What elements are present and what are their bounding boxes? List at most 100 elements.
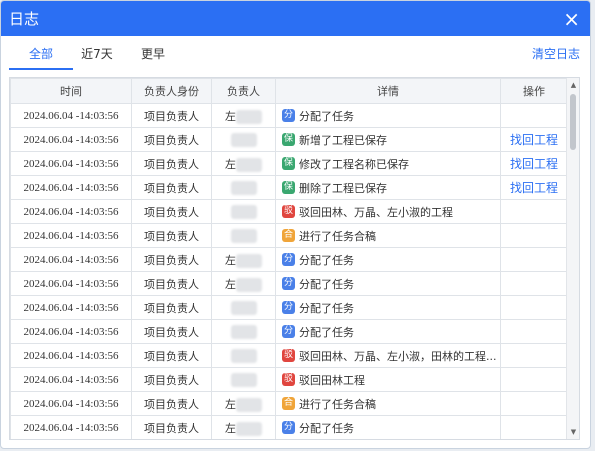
role-cell: 项目负责人	[131, 391, 212, 416]
role-cell: 项目负责人	[131, 343, 212, 368]
detail-text: 分配了任务	[299, 109, 354, 123]
action-cell[interactable]: 找回工程	[500, 151, 568, 176]
restore-project-link[interactable]: 找回工程	[510, 133, 558, 147]
close-icon[interactable]: ×	[563, 9, 580, 29]
time-cell: 2024.06.04 -14:03:56	[10, 151, 132, 176]
detail-text: 驳回田林、万晶、左小淑，田林的工程...	[299, 349, 497, 363]
column-header-person: 负责人	[211, 78, 276, 104]
time-cell: 2024.06.04 -14:03:56	[10, 103, 132, 128]
role-cell: 项目负责人	[131, 271, 212, 296]
redacted-name	[230, 204, 257, 219]
tab-last-7-days[interactable]: 近7天	[69, 36, 125, 72]
detail-cell: 分分配了任务	[275, 103, 501, 128]
scroll-up-icon[interactable]: ▲	[569, 80, 578, 90]
assign-badge-icon: 分	[282, 277, 295, 290]
redacted-name	[230, 372, 257, 387]
person-cell: 左	[211, 103, 276, 128]
role-cell: 项目负责人	[131, 367, 212, 392]
time-cell: 2024.06.04 -14:03:56	[10, 319, 132, 344]
redacted-name	[236, 157, 262, 172]
action-cell	[500, 391, 568, 416]
reject-badge-icon: 驳	[282, 349, 295, 362]
scrollbar-thumb[interactable]	[570, 94, 576, 150]
restore-project-link[interactable]: 找回工程	[510, 157, 558, 171]
time-cell: 2024.06.04 -14:03:56	[10, 295, 132, 320]
column-header-time: 时间	[10, 78, 132, 104]
table-row[interactable]: 2024.06.04 -14:03:56 项目负责人 驳驳回田林、万晶、左小淑的工程	[10, 199, 568, 224]
role-cell: 项目负责人	[131, 151, 212, 176]
detail-text: 分配了任务	[299, 421, 354, 435]
detail-text: 删除了工程已保存	[299, 181, 387, 195]
tab-all[interactable]: 全部	[9, 36, 73, 72]
role-cell: 项目负责人	[131, 295, 212, 320]
person-cell: 左	[211, 247, 276, 272]
detail-cell: 分分配了任务	[275, 295, 501, 320]
person-cell	[211, 175, 276, 200]
table-row[interactable]: 2024.06.04 -14:03:56 项目负责人 分分配了任务	[10, 319, 568, 344]
table-row[interactable]: 2024.06.04 -14:03:56 项目负责人左 合进行了任务合稿	[10, 391, 568, 416]
time-cell: 2024.06.04 -14:03:56	[10, 175, 132, 200]
person-cell: 左	[211, 415, 276, 439]
scroll-down-icon[interactable]: ▼	[569, 427, 578, 437]
action-cell[interactable]: 找回工程	[500, 127, 568, 152]
merge-badge-icon: 合	[282, 229, 295, 242]
action-cell	[500, 199, 568, 224]
time-cell: 2024.06.04 -14:03:56	[10, 223, 132, 248]
column-header-action: 操作	[500, 78, 568, 104]
person-name: 左	[225, 253, 236, 267]
assign-badge-icon: 分	[282, 301, 295, 314]
role-cell: 项目负责人	[131, 223, 212, 248]
assign-badge-icon: 分	[282, 253, 295, 266]
action-cell[interactable]: 找回工程	[500, 175, 568, 200]
table-row[interactable]: 2024.06.04 -14:03:56 项目负责人左 分分配了任务	[10, 271, 568, 296]
redacted-name	[236, 253, 262, 268]
action-cell	[500, 247, 568, 272]
person-cell: 左	[211, 151, 276, 176]
reject-badge-icon: 驳	[282, 205, 295, 218]
table-row[interactable]: 2024.06.04 -14:03:56 项目负责人保新增了工程已保存 找回工程	[10, 127, 568, 152]
detail-cell: 分分配了任务	[275, 271, 501, 296]
tab-earlier[interactable]: 更早	[125, 36, 181, 72]
detail-cell: 保删除了工程已保存	[275, 175, 501, 200]
person-cell	[211, 223, 276, 248]
clear-log-link[interactable]: 清空日志	[532, 36, 580, 72]
person-cell: 左	[211, 271, 276, 296]
redacted-name	[230, 300, 257, 315]
detail-text: 分配了任务	[299, 253, 354, 267]
log-table: 时间 负责人身份 负责人 详情 操作 2024.06.04 -14:03:56 项…	[10, 78, 568, 439]
detail-text: 进行了任务合稿	[299, 397, 376, 411]
detail-cell: 驳驳回田林、万晶、左小淑，田林的工程...	[275, 343, 501, 368]
detail-cell: 保修改了工程名称已保存	[275, 151, 501, 176]
detail-cell: 驳驳回田林工程	[275, 367, 501, 392]
table-row[interactable]: 2024.06.04 -14:03:56 项目负责人 合进行了任务合稿	[10, 223, 568, 248]
table-row[interactable]: 2024.06.04 -14:03:56 项目负责人 分分配了任务	[10, 295, 568, 320]
detail-text: 驳回田林、万晶、左小淑的工程	[299, 205, 453, 219]
table-row[interactable]: 2024.06.04 -14:03:56 项目负责人 驳驳回田林、万晶、左小淑，田林…	[10, 343, 568, 368]
table-row[interactable]: 2024.06.04 -14:03:56 项目负责人保删除了工程已保存 找回工程	[10, 175, 568, 200]
person-cell	[211, 319, 276, 344]
detail-cell: 驳驳回田林、万晶、左小淑的工程	[275, 199, 501, 224]
role-cell: 项目负责人	[131, 103, 212, 128]
redacted-name	[230, 324, 257, 339]
detail-cell: 保新增了工程已保存	[275, 127, 501, 152]
table-row[interactable]: 2024.06.04 -14:03:56 项目负责人左 分分配了任务	[10, 247, 568, 272]
redacted-name	[236, 109, 262, 124]
table-row[interactable]: 2024.06.04 -14:03:56 项目负责人左 分分配了任务	[10, 103, 568, 128]
restore-project-link[interactable]: 找回工程	[510, 181, 558, 195]
action-cell	[500, 223, 568, 248]
table-row[interactable]: 2024.06.04 -14:03:56 项目负责人左 分分配了任务	[10, 415, 568, 439]
merge-badge-icon: 合	[282, 397, 295, 410]
person-name: 左	[225, 109, 236, 123]
action-cell	[500, 343, 568, 368]
table-row[interactable]: 2024.06.04 -14:03:56 项目负责人左保修改了工程名称已保存 找回工…	[10, 151, 568, 176]
vertical-scrollbar[interactable]: ▲ ▼	[566, 78, 579, 439]
detail-text: 驳回田林工程	[299, 373, 365, 387]
redacted-name	[230, 348, 257, 363]
redacted-name	[236, 277, 262, 292]
time-cell: 2024.06.04 -14:03:56	[10, 199, 132, 224]
time-cell: 2024.06.04 -14:03:56	[10, 271, 132, 296]
person-cell	[211, 343, 276, 368]
save-badge-icon: 保	[282, 181, 295, 194]
assign-badge-icon: 分	[282, 421, 295, 434]
table-row[interactable]: 2024.06.04 -14:03:56 项目负责人 驳驳回田林工程	[10, 367, 568, 392]
